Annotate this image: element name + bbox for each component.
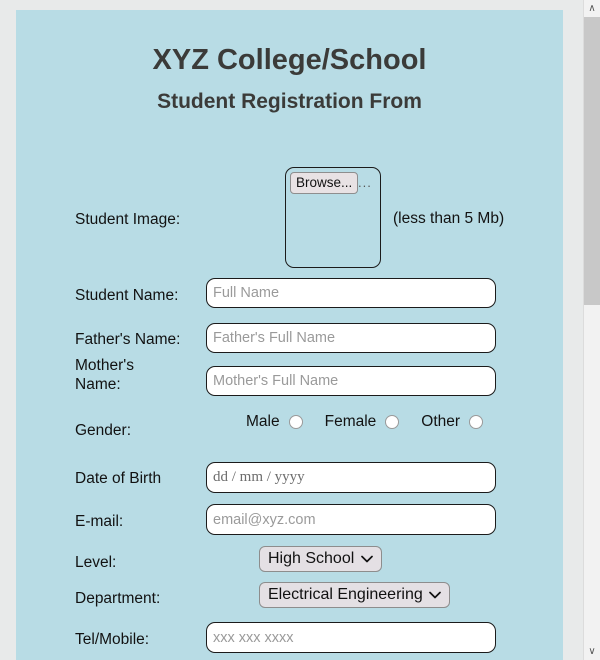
file-size-note: (less than 5 Mb) [393,210,505,227]
department-select-wrapper: Electrical Engineering [259,582,450,608]
registration-form-panel: XYZ College/School Student Registration … [16,10,563,660]
radio-icon-female[interactable] [385,415,400,429]
telephone-input[interactable] [206,622,496,653]
label-gender: Gender: [75,422,132,439]
label-date-of-birth: Date of Birth [75,470,162,487]
scrollbar-thumb[interactable] [584,17,600,305]
label-fathers-name: Father's Name: [75,331,181,348]
fathers-name-input[interactable] [206,323,496,353]
student-image-dropzone[interactable]: Browse... ... [285,167,381,268]
browser-viewport: XYZ College/School Student Registration … [0,0,600,660]
gender-option-other-label: Other [421,413,461,430]
radio-icon-other[interactable] [469,415,484,429]
label-student-name: Student Name: [75,287,179,304]
radio-icon-male[interactable] [288,415,303,429]
department-select[interactable]: Electrical Engineering [259,582,450,608]
label-mothers-name: Mother's Name: [75,357,134,393]
gender-option-male-label: Male [246,413,280,430]
scroll-up-button[interactable]: ∧ [584,0,600,17]
level-select[interactable]: High School [259,546,382,572]
file-name-ellipsis: ... [358,175,372,190]
email-input[interactable] [206,504,496,535]
page-subtitle: Student Registration From [157,90,422,113]
chevron-down-icon: ∨ [588,646,596,657]
date-of-birth-input[interactable] [206,462,496,493]
scroll-down-button[interactable]: ∨ [584,643,600,660]
label-department: Department: [75,590,161,607]
page-title: XYZ College/School [152,44,427,76]
browse-button[interactable]: Browse... [290,172,359,194]
label-email: E-mail: [75,513,124,530]
mothers-name-input[interactable] [206,366,496,396]
gender-option-other[interactable]: Other [421,413,484,431]
label-level: Level: [75,554,117,571]
chevron-up-icon: ∧ [588,3,596,14]
gender-option-female-label: Female [324,413,377,430]
gender-option-female[interactable]: Female [325,413,422,431]
gender-radio-group: Male Female Other [246,413,484,431]
label-telephone: Tel/Mobile: [75,631,150,648]
gender-option-male[interactable]: Male [246,413,325,431]
student-name-input[interactable] [206,278,496,308]
vertical-scrollbar[interactable]: ∧ ∨ [583,0,600,660]
level-select-wrapper: High School [259,546,382,572]
label-student-image: Student Image: [75,211,181,228]
